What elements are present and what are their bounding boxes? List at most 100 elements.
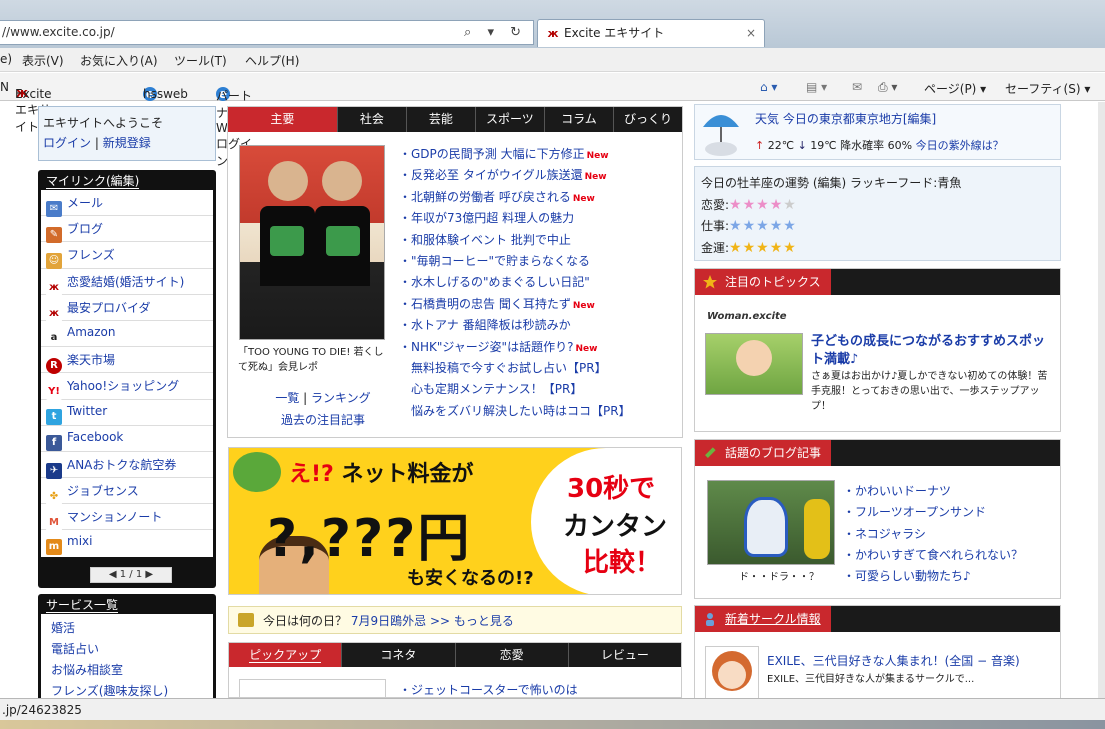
home-icon[interactable]: ⌂ ▾ <box>760 80 777 94</box>
headline-link[interactable]: ・"毎朝コーヒー"で貯まらなくなる <box>399 254 590 268</box>
pickup-thumbnail[interactable] <box>239 679 386 699</box>
blog-item[interactable]: ・かわいいドーナツ <box>843 484 951 498</box>
headline-item[interactable]: 悩みをズバリ解決したい時はココ【PR】 <box>399 402 679 423</box>
headline-item[interactable]: ・水トアナ 番組降板は秒読みか <box>399 316 679 337</box>
headline-link[interactable]: ・反発必至 タイがウイグル族送還 <box>399 168 583 182</box>
address-bar[interactable]: //www.excite.co.jp/ ⌕ ▾ ↻ <box>0 20 534 45</box>
service-item[interactable]: 電話占い <box>51 642 99 656</box>
tab-pickup[interactable]: ピックアップ <box>229 643 343 667</box>
fortune-title[interactable]: 今日の牡羊座の運勢 (編集) ラッキーフード: <box>701 176 937 190</box>
blog-item[interactable]: ・ネコジャラシ <box>843 527 926 541</box>
mylink-item[interactable]: ж 恋愛結婚(婚活サイト) <box>41 269 213 296</box>
headline-item[interactable]: ・GDPの民間予測 大幅に下方修正 New <box>399 145 679 166</box>
mylink-item[interactable]: f Facebook <box>41 426 213 452</box>
service-item[interactable]: 婚活 <box>51 621 75 635</box>
feed-icon[interactable]: ▤ ▾ <box>806 80 827 94</box>
address-url[interactable]: //www.excite.co.jp/ <box>2 25 115 39</box>
headline-link[interactable]: 心も定期メンテナンス！【PR】 <box>399 382 582 396</box>
blog-item[interactable]: ・かわいすぎて食べれられない？ <box>843 548 1023 562</box>
pickup-headline[interactable]: ・ジェットコースターで怖いのは <box>399 681 578 698</box>
mylink-item[interactable]: a Amazon <box>41 321 213 348</box>
page-menu[interactable]: ページ(P) ▾ <box>924 80 986 97</box>
weather-uv-link[interactable]: 今日の紫外線は？ <box>916 139 1004 152</box>
blog-caption[interactable]: ド・・ドラ・・？ <box>739 568 819 583</box>
photo-caption[interactable]: 「TOO YOUNG TO DIE! 若くして死ぬ」会見レポ <box>238 345 388 375</box>
topic-image[interactable] <box>705 333 803 395</box>
headline-item[interactable]: ・石橋貴明の忠告 聞く耳持たず New <box>399 295 679 316</box>
mylink-item[interactable]: ✤ ジョブセンス <box>41 478 213 506</box>
mylinks-pager[interactable]: ◀ 1 / 1 ▶ <box>90 567 172 583</box>
service-item[interactable]: フレンズ(趣味友探し) <box>51 684 168 698</box>
menu-help[interactable]: ヘルプ(H) <box>245 52 299 69</box>
mylink-item[interactable]: t Twitter <box>41 400 213 426</box>
menu-tools[interactable]: ツール(T) <box>174 52 227 69</box>
headline-link[interactable]: ・北朝鮮の労働者 呼び戻される <box>399 190 571 204</box>
tab-entertainment[interactable]: 芸能 <box>407 107 476 132</box>
weather-edit[interactable]: [編集] <box>903 112 936 126</box>
weather-link[interactable]: 天気 <box>755 112 779 126</box>
mylink-item[interactable]: ж 最安プロバイダ <box>41 295 213 322</box>
headline-link[interactable]: ・NHK"ジャージ姿"は話題作り? <box>399 340 573 354</box>
tab-close-icon[interactable]: × <box>746 20 756 46</box>
mylink-label[interactable]: ブログ <box>67 222 103 236</box>
mylink-label[interactable]: 恋愛結婚(婚活サイト) <box>67 275 184 289</box>
mylink-label[interactable]: mixi <box>67 534 92 548</box>
tab-society[interactable]: 社会 <box>338 107 407 132</box>
fav-partial[interactable]: N <box>0 80 9 94</box>
headline-link[interactable]: ・和服体験イベント 批判で中止 <box>399 233 571 247</box>
topic-headline[interactable]: 子どもの成長につながるおすすめスポット満載♪ <box>811 333 1055 369</box>
tab-column[interactable]: コラム <box>545 107 614 132</box>
mylink-item[interactable]: ☺ フレンズ <box>41 242 213 270</box>
blog-item[interactable]: ・可愛らしい動物たち♪ <box>843 569 971 583</box>
browser-tab[interactable]: ж Excite エキサイト × <box>537 19 765 47</box>
page-scrollbar[interactable] <box>1098 102 1105 698</box>
headline-item[interactable]: ・和服体験イベント 批判で中止 <box>399 231 679 252</box>
tab-sports[interactable]: スポーツ <box>476 107 545 132</box>
mylink-label[interactable]: メール <box>67 196 103 210</box>
mylink-item[interactable]: ✉ メール <box>41 190 213 217</box>
headline-link[interactable]: 悩みをズバリ解決したい時はココ【PR】 <box>399 404 631 418</box>
headline-link[interactable]: ・石橋貴明の忠告 聞く耳持たず <box>399 297 571 311</box>
headline-item[interactable]: ・北朝鮮の労働者 呼び戻される New <box>399 188 679 209</box>
tab-surprise[interactable]: びっくり <box>614 107 682 132</box>
mylink-item[interactable]: M マンションノート <box>41 504 213 532</box>
headline-item[interactable]: ・年収が73億円超 料理人の魅力 <box>399 209 679 230</box>
circle-headline[interactable]: EXILE、三代目好きな人集まれ！(全国 − 音楽) <box>767 652 1020 669</box>
mylink-label[interactable]: 楽天市場 <box>67 353 115 367</box>
headline-link[interactable]: ・GDPの民間予測 大幅に下方修正 <box>399 147 585 161</box>
tab-koneta[interactable]: コネタ <box>342 643 456 667</box>
mylink-item[interactable]: ✈ ANAおトクな航空券 <box>41 452 213 479</box>
weather-location[interactable]: 今日の東京都東京地方 <box>783 112 903 126</box>
headline-item[interactable]: ・水木しげるの"めまぐるしい日記" <box>399 273 679 294</box>
news-list-link[interactable]: 一覧 <box>275 391 299 405</box>
mylink-label[interactable]: Facebook <box>67 430 123 444</box>
mylink-label[interactable]: ANAおトクな航空券 <box>67 458 176 472</box>
mylink-label[interactable]: 最安プロバイダ <box>67 301 151 315</box>
mylink-item[interactable]: Y! Yahoo!ショッピング <box>41 373 213 401</box>
news-ranking-link[interactable]: ランキング <box>311 391 371 405</box>
today-event-link[interactable]: 7月9日鴎外忌 <box>351 614 426 628</box>
headline-item[interactable]: 無料投稿で今すぐお試し占い【PR】 <box>399 359 679 380</box>
menu-favorites[interactable]: お気に入り(A) <box>80 52 158 69</box>
mail-read-icon[interactable]: ✉ <box>852 80 862 94</box>
login-link[interactable]: ログイン <box>43 136 91 150</box>
menu-edit[interactable]: e) <box>0 52 12 66</box>
address-buttons[interactable]: ⌕ ▾ ↻ <box>464 21 527 44</box>
mylink-label[interactable]: マンションノート <box>67 510 162 524</box>
headline-item[interactable]: ・反発必至 タイがウイグル族送還 New <box>399 166 679 187</box>
today-more-link[interactable]: >> もっと見る <box>430 614 514 628</box>
mylinks-title[interactable]: マイリンク(編集) <box>46 174 140 189</box>
tab-review[interactable]: レビュー <box>569 643 681 667</box>
menu-view[interactable]: 表示(V) <box>22 52 64 69</box>
blog-image[interactable] <box>707 480 835 565</box>
safety-menu[interactable]: セーフティ(S) ▾ <box>1005 80 1090 97</box>
service-item[interactable]: お悩み相談室 <box>51 663 123 677</box>
tab-love[interactable]: 恋愛 <box>456 643 569 667</box>
headline-item[interactable]: 心も定期メンテナンス！【PR】 <box>399 380 679 401</box>
mylink-label[interactable]: Twitter <box>67 404 107 418</box>
headline-link[interactable]: ・水木しげるの"めまぐるしい日記" <box>399 275 590 289</box>
circle-image[interactable] <box>705 646 759 702</box>
mylink-item[interactable]: m mixi <box>41 530 213 556</box>
mylink-item[interactable]: R 楽天市場 <box>41 347 213 375</box>
headline-link[interactable]: ・年収が73億円超 料理人の魅力 <box>399 211 574 225</box>
